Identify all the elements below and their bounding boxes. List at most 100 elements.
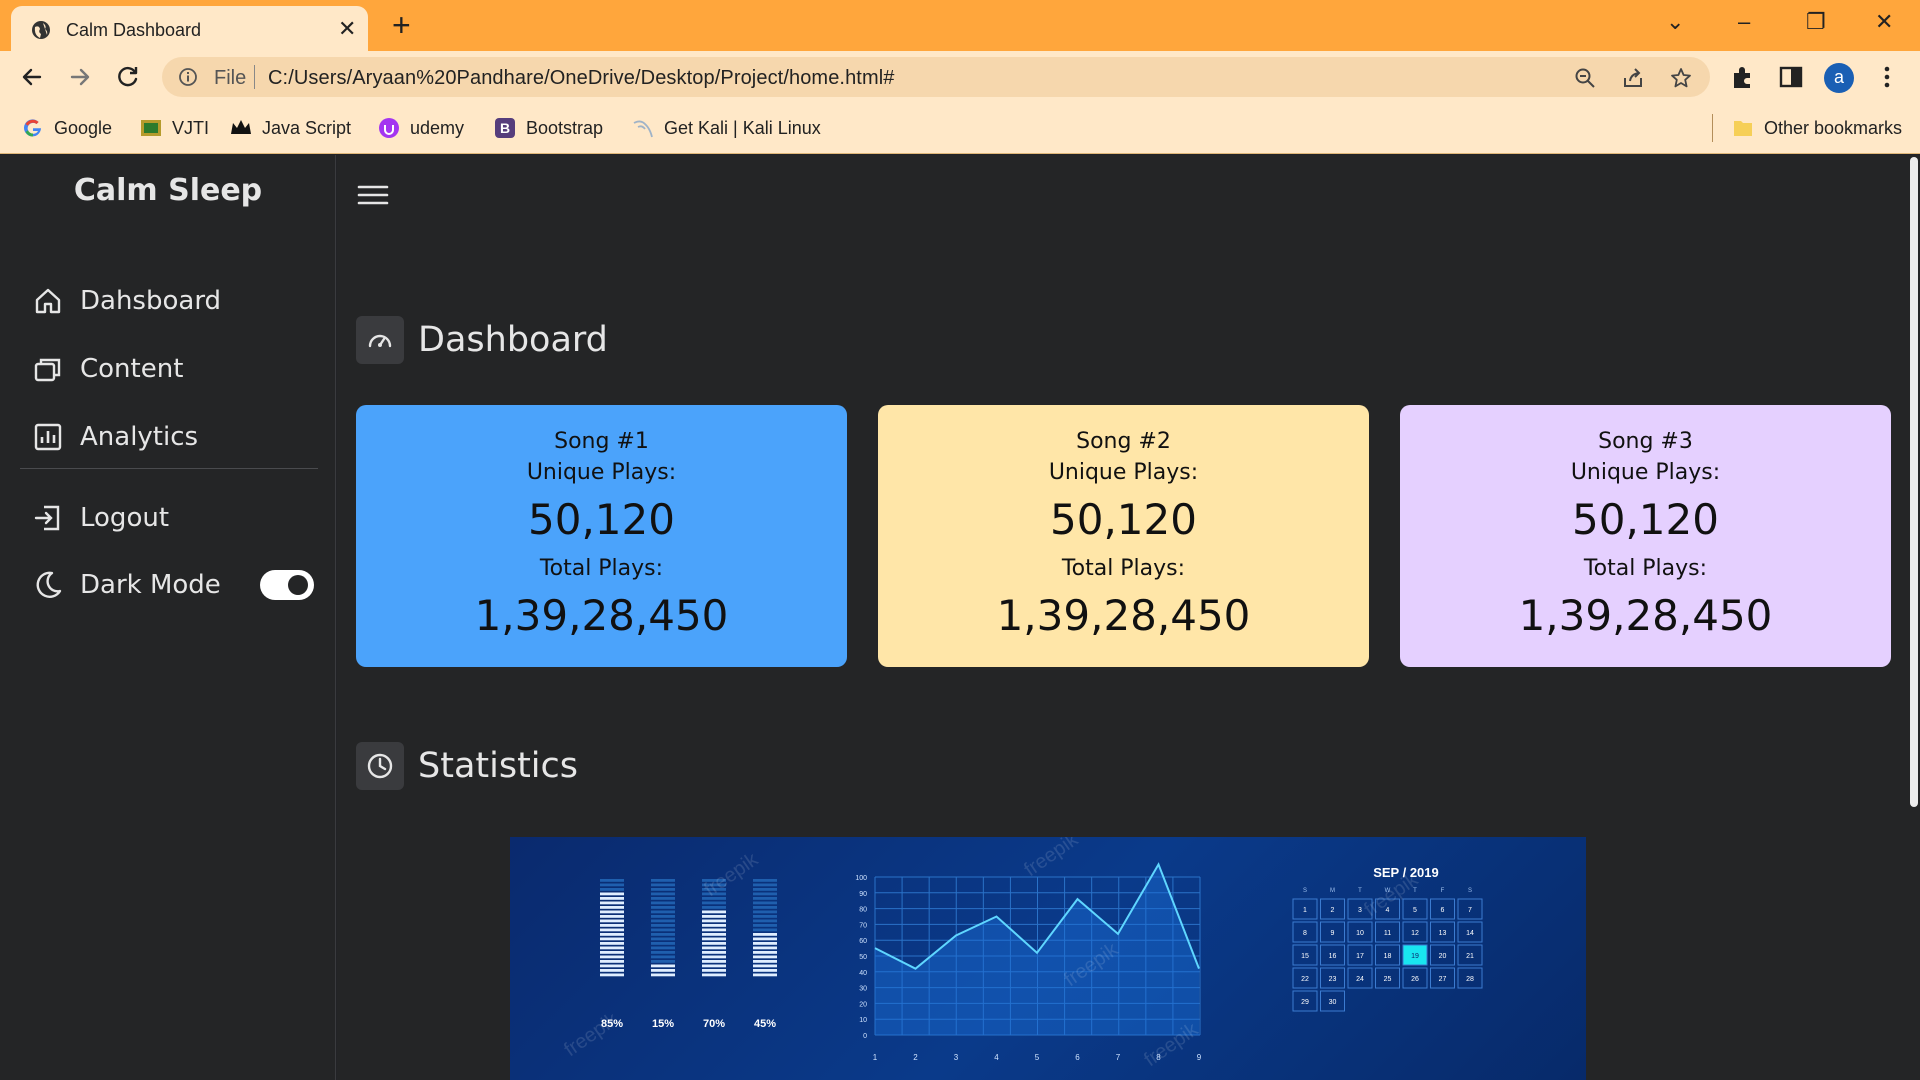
side-panel-icon[interactable] (1778, 64, 1804, 90)
sidebar-divider (20, 468, 318, 469)
bookmark-kali[interactable]: Get Kali | Kali Linux (632, 115, 821, 141)
level-bar-segment (600, 901, 624, 905)
calendar-day-label: 20 (1439, 953, 1447, 960)
bookmark-javascript[interactable]: Java Script (230, 115, 351, 141)
bookmark-label: Bootstrap (526, 117, 604, 138)
level-bar-segment (600, 892, 624, 896)
info-icon[interactable] (178, 67, 198, 87)
level-bar-segment (600, 879, 624, 882)
folder-icon (1734, 121, 1752, 136)
page-scrollbar[interactable] (1908, 155, 1920, 1080)
zoom-out-icon[interactable] (1574, 67, 1596, 89)
level-bar-segment (702, 951, 726, 954)
bookmark-vjti[interactable]: VJTI (140, 115, 209, 141)
more-vert-icon[interactable] (1874, 64, 1900, 90)
brand-title: Calm Sleep (73, 173, 263, 208)
level-bar-segment (702, 906, 726, 909)
share-icon[interactable] (1622, 67, 1644, 89)
calendar-day-label: 10 (1356, 930, 1364, 937)
level-bar-segment (651, 942, 675, 945)
level-bar-segment (651, 951, 675, 954)
level-bar-segment (702, 942, 726, 945)
restore-icon[interactable]: ❐ (1806, 10, 1826, 34)
browser-tab[interactable]: Calm Dashboard ✕ (11, 6, 368, 51)
google-icon (24, 119, 41, 137)
y-tick-label: 80 (859, 907, 867, 914)
sidebar-item-label: Analytics (80, 422, 199, 452)
chevron-down-icon[interactable]: ⌄ (1666, 10, 1684, 34)
sidebar-item-analytics[interactable]: Analytics (32, 417, 198, 457)
level-bar-segment (600, 910, 624, 914)
level-bar-segment (702, 937, 726, 941)
bookmark-udemy[interactable]: udemy (378, 115, 464, 141)
unique-plays-label: Unique Plays: (1048, 460, 1199, 485)
new-tab-icon[interactable]: + (392, 8, 411, 42)
address-bar[interactable]: File C:/Users/Aryaan%20Pandhare/OneDrive… (162, 57, 1710, 97)
level-bar-segment (651, 897, 675, 900)
total-plays-label: Total Plays: (1583, 556, 1708, 581)
speedometer-icon (356, 316, 404, 364)
level-bar-segment (753, 946, 777, 950)
extensions-icon[interactable] (1730, 64, 1756, 90)
level-bar-label: 15% (652, 1018, 674, 1030)
sidebar-item-content[interactable]: Content (32, 349, 183, 389)
back-arrow-icon[interactable] (18, 63, 46, 91)
calendar-day-label: 30 (1329, 999, 1337, 1006)
close-icon[interactable]: ✕ (338, 18, 356, 40)
bookmarks-separator (1712, 114, 1713, 142)
minimize-icon[interactable]: – (1738, 10, 1750, 34)
main-content: Dashboard Song #1 Unique Plays: 50,120 T… (337, 155, 1908, 1080)
level-bar-segment (651, 892, 675, 896)
x-tick-label: 5 (1035, 1053, 1040, 1062)
calendar-day-label: 1 (1303, 907, 1307, 914)
sidebar-item-label: Logout (80, 503, 170, 533)
level-bar-segment (651, 973, 675, 977)
logout-icon (34, 505, 60, 531)
level-bar-segment (702, 969, 726, 972)
level-bar-segment (753, 960, 777, 963)
bookmark-label: udemy (410, 117, 465, 138)
reload-icon[interactable] (114, 63, 142, 91)
calendar-day-label: 15 (1301, 953, 1309, 960)
unique-plays-label: Unique Plays: (1570, 460, 1721, 485)
calendar-weekday: F (1441, 888, 1445, 894)
star-icon[interactable] (1670, 67, 1692, 89)
level-bar-segment (600, 937, 624, 941)
unique-plays-value: 50,120 (528, 495, 675, 544)
level-bar-segment (753, 951, 777, 954)
hamburger-menu-icon[interactable] (357, 183, 389, 207)
url-text[interactable]: C:/Users/Aryaan%20Pandhare/OneDrive/Desk… (268, 67, 894, 90)
level-bar-segment (702, 933, 726, 936)
sidebar-item-logout[interactable]: Logout (32, 498, 169, 538)
bookmark-bootstrap[interactable]: B Bootstrap (494, 115, 603, 141)
song-card-3: Song #3 Unique Plays: 50,120 Total Plays… (1400, 405, 1891, 667)
calendar-day-label: 2 (1331, 907, 1335, 914)
level-bar-segment (702, 919, 726, 923)
sidebar: Calm Sleep Dahsboard Content Analytics L… (0, 155, 336, 1080)
total-plays-label: Total Plays: (539, 556, 664, 581)
window-close-icon[interactable]: ✕ (1875, 10, 1893, 34)
analytics-icon (34, 423, 62, 451)
dark-mode-toggle[interactable] (260, 570, 314, 600)
level-bar-segment (753, 942, 777, 945)
calendar-day-label: 24 (1356, 976, 1364, 983)
calendar-day-label: 18 (1384, 953, 1392, 960)
calendar-day-label: 19 (1411, 953, 1419, 960)
calendar-day-label: 22 (1301, 976, 1309, 983)
calendar-day-label: 29 (1301, 999, 1309, 1006)
level-bar-segment (600, 942, 624, 945)
bookmark-google[interactable]: Google (22, 115, 112, 141)
y-tick-label: 30 (859, 986, 867, 993)
level-bar-segment (600, 906, 624, 909)
level-bar-segment (651, 960, 675, 963)
level-bar-segment (702, 946, 726, 950)
level-bar-segment (651, 901, 675, 905)
scrollbar-thumb[interactable] (1910, 157, 1918, 807)
level-bar-segment (651, 933, 675, 936)
other-bookmarks[interactable]: Other bookmarks (1732, 115, 1902, 141)
level-bar-segment (702, 964, 726, 968)
forward-arrow-icon[interactable] (66, 63, 94, 91)
profile-avatar[interactable]: a (1824, 63, 1854, 93)
sidebar-item-dashboard[interactable]: Dahsboard (32, 281, 221, 321)
level-bar-segment (753, 897, 777, 900)
